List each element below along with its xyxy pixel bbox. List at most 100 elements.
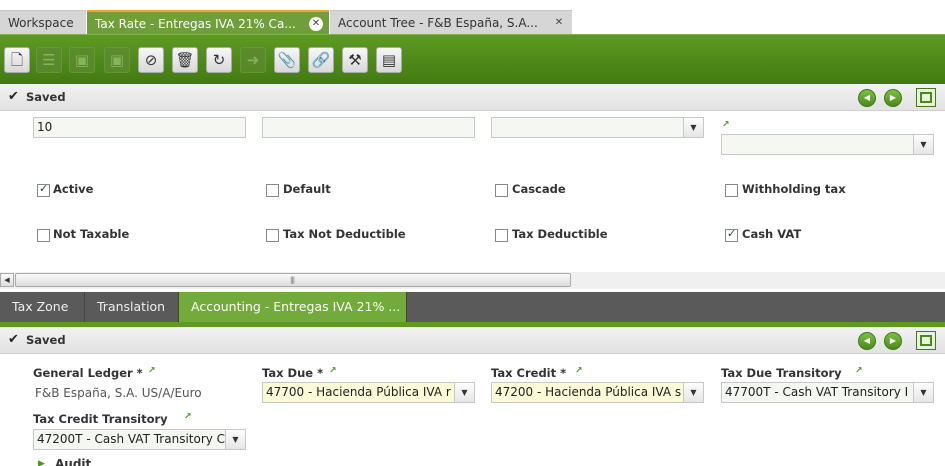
tax-due-select[interactable]: 47700 - Hacienda Pública IVA r ▼: [262, 382, 475, 403]
tax-not-deductible-label: Tax Not Deductible: [283, 227, 406, 241]
new-document-button[interactable]: 🗋: [4, 47, 30, 73]
tax-credit-select[interactable]: 47200 - Hacienda Pública IVA s ▼: [491, 382, 704, 403]
rate-field[interactable]: 10: [33, 117, 246, 138]
form-layout-icon: ▤: [381, 51, 397, 69]
toolbar: 🗋 ☰ ▣ ▣ ⊘ 🗑 ↻ ➜ 📎 🔗 ⚒ ▤: [0, 34, 945, 84]
export-button[interactable]: ➜: [240, 47, 266, 73]
grip-icon: |||: [290, 276, 295, 284]
maximize-icon: [920, 92, 932, 103]
new-document-icon: 🗋: [10, 51, 24, 69]
link-icon: 🔗: [311, 51, 331, 69]
link-arrow-icon[interactable]: ↗: [184, 412, 192, 422]
next-record-button[interactable]: ▶: [884, 332, 902, 350]
window-tab-bar: Workspace Tax Rate - Entregas IVA 21% Ca…: [0, 0, 945, 34]
tools-button[interactable]: ⚒: [342, 47, 368, 73]
status-bar-accounting: ✔ Saved ◀ ▶: [0, 327, 945, 354]
maximize-button[interactable]: [916, 331, 936, 350]
delete-button[interactable]: 🗑: [172, 47, 198, 73]
link-arrow-icon[interactable]: ↗: [148, 366, 156, 376]
withholding-tax-checkbox[interactable]: [725, 184, 738, 197]
cascade-checkbox[interactable]: [495, 184, 508, 197]
default-label: Default: [283, 182, 331, 196]
attach-button[interactable]: 📎: [274, 47, 300, 73]
tab-tax-zone[interactable]: Tax Zone: [0, 292, 85, 322]
tax-due-transitory-select[interactable]: 47700T - Cash VAT Transitory I ▼: [721, 382, 934, 403]
scrollbar-thumb[interactable]: |||: [15, 273, 571, 287]
cash-vat-label: Cash VAT: [742, 227, 802, 241]
chevron-down-icon[interactable]: ▼: [225, 430, 245, 449]
link-arrow-icon[interactable]: ↗: [722, 120, 730, 130]
select-field-right[interactable]: ▼: [721, 134, 934, 155]
link-arrow-icon[interactable]: ↗: [329, 366, 337, 376]
save-close-button[interactable]: ▣: [104, 47, 130, 73]
refresh-button[interactable]: ↻: [206, 47, 232, 73]
tools-icon: ⚒: [348, 51, 362, 69]
tab-translation-label: Translation: [97, 299, 166, 314]
tab-workspace[interactable]: Workspace: [0, 10, 86, 34]
save-button[interactable]: ▣: [69, 47, 95, 73]
tax-credit-label: Tax Credit *: [491, 366, 567, 380]
next-record-button[interactable]: ▶: [884, 89, 902, 107]
chevron-down-icon[interactable]: ▼: [454, 383, 474, 402]
status-text: Saved: [26, 90, 66, 104]
previous-record-button[interactable]: ◀: [858, 332, 876, 350]
tab-account-tree-label: Account Tree - F&B España, S.A...: [338, 16, 538, 30]
tax-credit-transitory-value: 47200T - Cash VAT Transitory C: [37, 432, 225, 446]
chevron-down-icon[interactable]: ▼: [913, 135, 933, 154]
tab-tax-zone-label: Tax Zone: [12, 299, 69, 314]
tab-tax-rate-label: Tax Rate - Entregas IVA 21% Ca...: [95, 17, 296, 31]
chevron-down-icon[interactable]: ▼: [913, 383, 933, 402]
tax-deductible-checkbox[interactable]: [495, 229, 508, 242]
accounting-form: General Ledger * ↗ F&B España, S.A. US/A…: [0, 356, 945, 466]
close-icon[interactable]: ✕: [552, 16, 566, 30]
new-record-button[interactable]: ☰: [36, 47, 62, 73]
not-taxable-checkbox[interactable]: [37, 229, 50, 242]
refresh-icon: ↻: [212, 51, 226, 69]
new-record-icon: ☰: [42, 51, 56, 69]
general-ledger-value: F&B España, S.A. US/A/Euro: [35, 386, 202, 400]
maximize-button[interactable]: [916, 88, 936, 107]
save-close-icon: ▣: [109, 51, 125, 69]
chevron-down-icon[interactable]: ▼: [683, 118, 703, 137]
tax-due-label: Tax Due *: [262, 366, 324, 380]
export-icon: ➜: [246, 51, 260, 69]
grid-view-button[interactable]: ▤: [376, 47, 402, 73]
select-field[interactable]: ▼: [491, 117, 704, 138]
horizontal-scrollbar[interactable]: ◀ |||: [0, 272, 945, 289]
tax-credit-transitory-label: Tax Credit Transitory: [33, 412, 168, 426]
tab-tax-rate[interactable]: Tax Rate - Entregas IVA 21% Ca... ✕: [87, 10, 329, 34]
tax-due-value: 47700 - Hacienda Pública IVA r: [266, 385, 451, 399]
text-field[interactable]: [262, 117, 475, 138]
default-checkbox[interactable]: [266, 184, 279, 197]
tab-accounting[interactable]: Accounting - Entregas IVA 21% ...: [179, 292, 407, 322]
cascade-label: Cascade: [512, 182, 566, 196]
general-ledger-label: General Ledger *: [33, 366, 143, 380]
cancel-icon: ⊘: [144, 51, 158, 69]
tax-not-deductible-checkbox[interactable]: [266, 229, 279, 242]
withholding-tax-label: Withholding tax: [742, 182, 846, 196]
status-bar-header: ✔ Saved ◀ ▶: [0, 84, 945, 111]
not-taxable-label: Not Taxable: [53, 227, 130, 241]
close-icon[interactable]: ✕: [309, 17, 323, 31]
active-checkbox[interactable]: [37, 182, 50, 197]
link-button[interactable]: 🔗: [308, 47, 334, 73]
link-arrow-icon[interactable]: ↗: [575, 366, 583, 376]
active-label: Active: [53, 182, 94, 196]
tax-deductible-label: Tax Deductible: [512, 227, 608, 241]
tax-rate-form: 10 ▼ ↗ ▼ Active Default Cascade Withhold…: [0, 111, 945, 271]
tab-workspace-label: Workspace: [8, 16, 74, 30]
tax-due-transitory-label: Tax Due Transitory: [721, 366, 842, 380]
link-arrow-icon[interactable]: ↗: [855, 366, 863, 376]
chevron-down-icon[interactable]: ▼: [683, 383, 703, 402]
scroll-left-icon[interactable]: ◀: [0, 273, 14, 287]
tab-translation[interactable]: Translation: [85, 292, 179, 322]
tab-account-tree[interactable]: Account Tree - F&B España, S.A... ✕: [330, 10, 572, 34]
expand-triangle-icon[interactable]: ▶: [38, 459, 45, 466]
cash-vat-checkbox[interactable]: [725, 227, 738, 242]
tax-credit-transitory-select[interactable]: 47200T - Cash VAT Transitory C ▼: [33, 429, 246, 450]
undo-button[interactable]: ⊘: [138, 47, 164, 73]
audit-section-toggle[interactable]: Audit: [55, 457, 91, 466]
tax-credit-value: 47200 - Hacienda Pública IVA s: [495, 385, 682, 399]
tax-due-transitory-value: 47700T - Cash VAT Transitory I: [725, 385, 909, 399]
previous-record-button[interactable]: ◀: [858, 89, 876, 107]
